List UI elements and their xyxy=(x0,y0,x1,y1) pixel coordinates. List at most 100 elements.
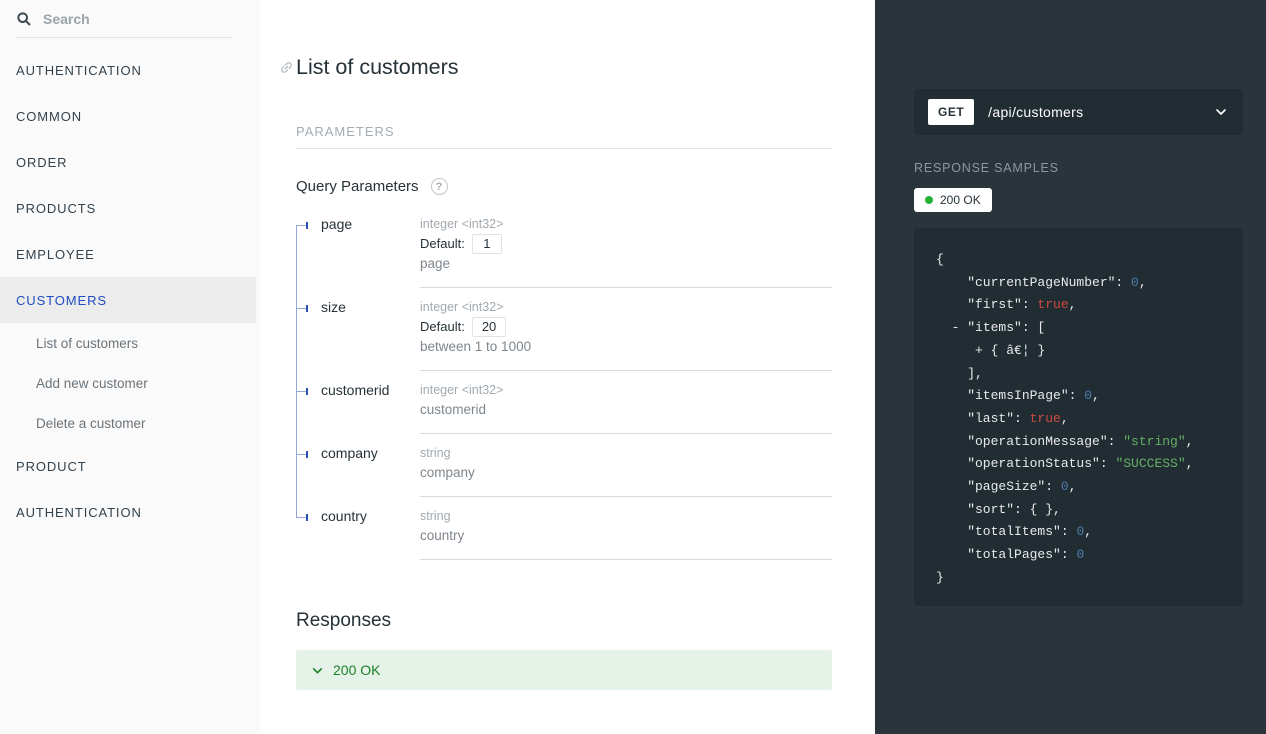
http-method-badge: GET xyxy=(928,99,974,125)
code-token: { â€¦ } xyxy=(983,343,1045,358)
code-token: "totalPages": xyxy=(936,547,1076,562)
parameter-description: page xyxy=(420,254,832,274)
sidebar-item-authentication[interactable]: AUTHENTICATION xyxy=(0,47,260,93)
code-line: "totalItems": 0, xyxy=(936,521,1229,544)
parameter-list: pageinteger <int32>Default:1pagesizeinte… xyxy=(296,205,832,560)
parameter-type: integer <int32> xyxy=(420,298,832,317)
parameter-row: sizeinteger <int32>Default:20between 1 t… xyxy=(296,288,832,371)
code-token: "itemsInPage": xyxy=(936,388,1084,403)
code-token: , xyxy=(1061,411,1069,426)
sample-tab-200[interactable]: 200 OK xyxy=(914,188,992,212)
code-line: { xyxy=(936,249,1229,272)
default-value: 1 xyxy=(472,234,502,254)
endpoint-path: /api/customers xyxy=(988,104,1199,120)
code-token: "totalItems": xyxy=(936,524,1076,539)
parameter-description: company xyxy=(420,463,832,483)
parameter-type: integer <int32> xyxy=(420,381,832,400)
code-token: , xyxy=(1092,388,1100,403)
code-token: , xyxy=(1139,275,1147,290)
code-line: "first": true, xyxy=(936,294,1229,317)
code-line: + { â€¦ } xyxy=(936,340,1229,363)
code-token: , xyxy=(1084,524,1092,539)
code-token: 0 xyxy=(1131,275,1139,290)
sidebar-item-add-new-customer[interactable]: Add new customer xyxy=(0,363,260,403)
parameter-type: string xyxy=(420,444,832,463)
code-token: "operationStatus": xyxy=(936,456,1115,471)
parameter-row: countrystringcountry xyxy=(296,497,832,560)
code-token: , xyxy=(1069,479,1077,494)
code-token: "first": xyxy=(936,297,1037,312)
code-line: "itemsInPage": 0, xyxy=(936,385,1229,408)
code-token: 0 xyxy=(1061,479,1069,494)
sample-tab-label: 200 OK xyxy=(940,193,981,207)
sidebar-item-employee[interactable]: EMPLOYEE xyxy=(0,231,260,277)
code-token: "operationMessage": xyxy=(936,434,1123,449)
parameter-description: between 1 to 1000 xyxy=(420,337,832,357)
code-token: , xyxy=(1186,456,1194,471)
sidebar-item-customers[interactable]: CUSTOMERS xyxy=(0,277,256,323)
sidebar-item-authentication[interactable]: AUTHENTICATION xyxy=(0,489,260,535)
code-token: } xyxy=(936,570,944,585)
parameter-type: string xyxy=(420,507,832,526)
code-line: "operationMessage": "string", xyxy=(936,431,1229,454)
main-content: List of customers PARAMETERS Query Param… xyxy=(260,0,875,734)
parameter-name: page xyxy=(296,205,420,288)
code-line: "currentPageNumber": 0, xyxy=(936,272,1229,295)
sidebar-item-products[interactable]: PRODUCTS xyxy=(0,185,260,231)
code-line: "pageSize": 0, xyxy=(936,476,1229,499)
parameter-row: customeridinteger <int32>customerid xyxy=(296,371,832,434)
code-token: { xyxy=(936,252,944,267)
endpoint-selector[interactable]: GET /api/customers xyxy=(914,89,1243,135)
parameter-row: companystringcompany xyxy=(296,434,832,497)
chevron-down-icon xyxy=(311,664,324,677)
parameter-details: integer <int32>Default: 1page xyxy=(420,205,832,288)
parameter-description: country xyxy=(420,526,832,546)
parameter-details: stringcompany xyxy=(420,434,832,497)
code-token: "last": xyxy=(936,411,1030,426)
page-title-text: List of customers xyxy=(296,52,459,82)
code-line: ], xyxy=(936,363,1229,386)
help-icon[interactable]: ? xyxy=(431,178,448,195)
tree-connector-icon xyxy=(296,205,310,288)
parameter-description: customerid xyxy=(420,400,832,420)
code-token: "items": [ xyxy=(959,320,1045,335)
search-icon xyxy=(16,11,32,27)
code-token: , xyxy=(1186,434,1194,449)
response-200-banner[interactable]: 200 OK xyxy=(296,650,832,690)
code-line: - "items": [ xyxy=(936,317,1229,340)
search-input[interactable] xyxy=(41,10,233,28)
search-box[interactable] xyxy=(16,5,233,38)
tree-connector-icon xyxy=(296,497,310,560)
sidebar-item-delete-a-customer[interactable]: Delete a customer xyxy=(0,403,260,443)
parameter-type: integer <int32> xyxy=(420,215,832,234)
code-token: "pageSize": xyxy=(936,479,1061,494)
sidebar-item-list-of-customers[interactable]: List of customers xyxy=(0,323,260,363)
code-token xyxy=(936,320,952,335)
sidebar-nav: AUTHENTICATIONCOMMONORDERPRODUCTSEMPLOYE… xyxy=(0,47,260,535)
parameter-details: integer <int32>customerid xyxy=(420,371,832,434)
code-token: true xyxy=(1037,297,1068,312)
sidebar-item-order[interactable]: ORDER xyxy=(0,139,260,185)
parameter-default: Default:20 xyxy=(420,317,832,337)
code-line: "sort": { }, xyxy=(936,499,1229,522)
query-parameters-label: Query Parameters xyxy=(296,178,419,195)
code-token: , xyxy=(1069,297,1077,312)
code-token: "string" xyxy=(1123,434,1185,449)
code-line: } xyxy=(936,567,1229,590)
code-toggle[interactable]: + xyxy=(975,343,983,358)
code-token: "SUCCESS" xyxy=(1115,456,1185,471)
default-label: Default: xyxy=(420,234,465,254)
parameter-row: pageinteger <int32>Default:1page xyxy=(296,205,832,288)
sidebar-item-product[interactable]: PRODUCT xyxy=(0,443,260,489)
code-line: "last": true, xyxy=(936,408,1229,431)
tree-connector-icon xyxy=(296,288,310,371)
link-icon[interactable] xyxy=(279,60,294,75)
response-samples-label: RESPONSE SAMPLES xyxy=(914,161,1243,175)
tree-connector-icon xyxy=(296,434,310,497)
parameter-name: customerid xyxy=(296,371,420,434)
chevron-down-icon[interactable] xyxy=(1213,104,1229,120)
parameter-default: Default: 1 xyxy=(420,234,832,254)
default-value: 20 xyxy=(472,317,506,337)
tree-connector-icon xyxy=(296,371,310,434)
sidebar-item-common[interactable]: COMMON xyxy=(0,93,260,139)
